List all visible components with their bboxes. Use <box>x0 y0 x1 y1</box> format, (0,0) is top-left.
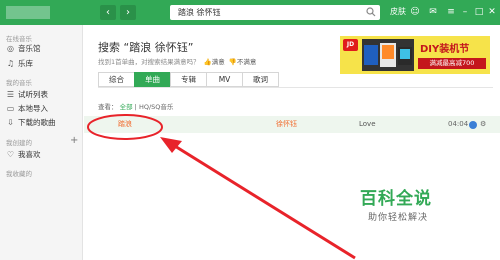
satisfied-button[interactable]: 👍满意 <box>204 56 225 66</box>
settings-icon[interactable]: ≡ <box>446 7 456 17</box>
forward-icon: › <box>126 7 130 18</box>
more-icon[interactable]: ⚙ <box>480 120 486 129</box>
sidebar: 在线音乐 ◎ 音乐馆 ♫ 乐库 我的音乐 ☰ 试听列表 ▭ 本地导入 ⇩ 下载的… <box>0 25 83 260</box>
quality-filter: 查看： 全部 | HQ/SQ音乐 <box>98 101 173 111</box>
quality-icon <box>469 121 477 129</box>
sidebar-item-trial-list[interactable]: ☰ 试听列表 <box>6 89 48 100</box>
sidebar-item-my-fav[interactable]: ♡ 我喜欢 <box>6 149 41 160</box>
sidebar-item-label: 试听列表 <box>18 90 48 99</box>
watermark-title: 百科全说 <box>360 189 432 209</box>
forward-button[interactable]: › <box>120 5 136 20</box>
music-app: ‹ › 踏浪 徐怀钰 皮肤 ☺ ✉ ≡ – □ ✕ 在线音乐 ◎ 音乐馆 ♫ 乐… <box>0 0 500 260</box>
tab-mv[interactable]: MV <box>206 72 243 87</box>
download-icon: ⇩ <box>7 118 14 127</box>
thumbs-down-icon: 👎 <box>228 58 237 66</box>
jd-logo: JD <box>343 39 358 51</box>
add-playlist-icon[interactable]: + <box>70 136 78 146</box>
song-title[interactable]: 踏浪 <box>118 120 132 129</box>
watermark-subtitle: 助你轻松解决 <box>368 213 429 223</box>
page-title: 搜索 “踏浪 徐怀钰” <box>98 41 194 54</box>
sidebar-item-label: 乐库 <box>18 59 33 68</box>
filter-prefix: 查看： <box>98 103 118 111</box>
artist-name[interactable]: 徐怀钰 <box>276 120 297 129</box>
search-box[interactable]: 踏浪 徐怀钰 <box>170 5 380 20</box>
user-icon[interactable]: ☺ <box>410 7 420 17</box>
ad-title: DIY装机节 <box>420 44 470 55</box>
table-row[interactable]: 踏浪 徐怀钰 Love 04:04 ⚙ <box>84 116 500 133</box>
advertisement-banner[interactable]: JD DIY装机节 满减最高减700 <box>340 36 490 74</box>
song-duration: 04:04 <box>448 120 469 128</box>
search-results-panel: 搜索 “踏浪 徐怀钰” 找到1首单曲，对搜索结果满意吗？ 👍满意 👎不满意 综合… <box>84 25 500 260</box>
filter-all[interactable]: 全部 <box>120 103 133 111</box>
top-bar: ‹ › 踏浪 徐怀钰 皮肤 ☺ ✉ ≡ – □ ✕ <box>0 0 500 25</box>
tab-songs[interactable]: 单曲 <box>134 72 171 87</box>
result-tabs: 综合 单曲 专辑 MV 歌词 <box>98 72 279 87</box>
back-icon: ‹ <box>106 7 110 18</box>
thumbs-up-icon: 👍 <box>203 58 212 66</box>
section-created-label: 我创建的 <box>6 139 32 147</box>
sidebar-item-downloaded[interactable]: ⇩ 下载的歌曲 <box>6 117 56 128</box>
sidebar-item-label: 音乐馆 <box>18 44 41 53</box>
section-online-label: 在线音乐 <box>6 35 32 43</box>
search-icon[interactable] <box>366 7 376 17</box>
filter-hq[interactable]: HQ/SQ音乐 <box>139 103 173 111</box>
sidebar-item-label: 下载的歌曲 <box>18 118 56 127</box>
back-button[interactable]: ‹ <box>100 5 116 20</box>
music-hall-icon: ◎ <box>7 44 14 53</box>
sidebar-item-local-import[interactable]: ▭ 本地导入 <box>6 103 48 114</box>
sidebar-item-label: 本地导入 <box>18 104 48 113</box>
ad-subtitle: 满减最高减700 <box>418 58 486 69</box>
album-name[interactable]: Love <box>359 120 376 129</box>
maximize-icon[interactable]: □ <box>474 7 484 17</box>
list-icon: ☰ <box>6 90 15 99</box>
tab-divider <box>98 87 493 88</box>
monitor-icon: ▭ <box>6 104 15 113</box>
tab-albums[interactable]: 专辑 <box>170 72 207 87</box>
minimize-icon[interactable]: – <box>460 7 470 17</box>
sidebar-item-music-hall[interactable]: ◎ 音乐馆 <box>6 43 41 54</box>
search-input[interactable]: 踏浪 徐怀钰 <box>178 6 221 19</box>
section-collected-label: 我收藏的 <box>6 170 32 178</box>
sidebar-item-library[interactable]: ♫ 乐库 <box>6 58 33 69</box>
close-icon[interactable]: ✕ <box>487 7 497 17</box>
heart-icon: ♡ <box>6 150 15 159</box>
filter-separator: | <box>134 103 137 111</box>
sidebar-item-label: 我喜欢 <box>18 150 41 159</box>
tab-lyrics[interactable]: 歌词 <box>242 72 279 87</box>
result-summary: 找到1首单曲，对搜索结果满意吗？ 👍满意 👎不满意 <box>98 56 256 66</box>
section-mine-label: 我的音乐 <box>6 79 32 87</box>
library-icon: ♫ <box>6 59 15 68</box>
skin-label[interactable]: 皮肤 <box>390 6 406 18</box>
unsatisfied-button[interactable]: 👎不满意 <box>229 56 257 66</box>
app-logo <box>6 6 50 19</box>
mail-icon[interactable]: ✉ <box>428 7 438 17</box>
ad-product-image <box>362 39 414 71</box>
result-count-text: 找到1首单曲，对搜索结果满意吗？ <box>98 58 200 66</box>
tab-overview[interactable]: 综合 <box>98 72 135 87</box>
